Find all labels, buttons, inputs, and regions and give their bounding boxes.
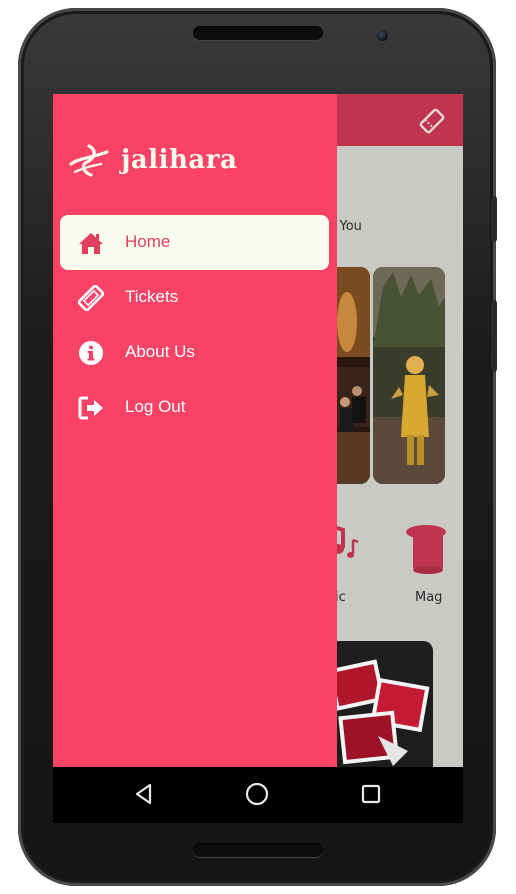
event-poster[interactable] (323, 641, 433, 767)
category-label: Mag (415, 590, 443, 605)
jalihara-logo-icon (69, 144, 109, 177)
poster-image (323, 641, 433, 767)
drawer-item-label: About Us (125, 342, 195, 361)
drawer-item-label: Home (125, 232, 171, 251)
info-icon (79, 341, 103, 365)
brand-logo: jalihara (69, 142, 237, 178)
drawer-item-tickets[interactable]: Tickets (60, 270, 329, 325)
system-navigation-bar (53, 767, 463, 823)
drawer-item-home[interactable]: Home (60, 215, 329, 270)
drawer-item-about-us[interactable]: About Us (60, 325, 329, 380)
ticket-icon[interactable] (419, 108, 445, 134)
volume-button (491, 196, 497, 242)
recents-icon[interactable] (358, 781, 384, 807)
event-card[interactable] (373, 267, 445, 484)
ticket-icon (78, 285, 104, 311)
screen: r You ic Mag jalihara Home Tickets About… (53, 94, 463, 767)
home-circle-icon[interactable] (244, 781, 270, 807)
navigation-drawer: jalihara Home Tickets About Us Log Out (53, 94, 337, 767)
logout-icon (78, 396, 103, 420)
drawer-item-log-out[interactable]: Log Out (60, 380, 329, 435)
drawer-item-label: Log Out (125, 397, 186, 416)
home-icon (79, 233, 103, 254)
drawer-item-label: Tickets (125, 287, 179, 306)
dancer-image (373, 267, 445, 484)
magic-hat-icon[interactable] (405, 522, 447, 576)
top-speaker (193, 26, 323, 40)
brand-name: jalihara (121, 145, 238, 175)
power-button (491, 300, 497, 372)
bottom-speaker (193, 843, 323, 857)
back-icon[interactable] (131, 781, 157, 807)
front-camera (377, 30, 388, 41)
